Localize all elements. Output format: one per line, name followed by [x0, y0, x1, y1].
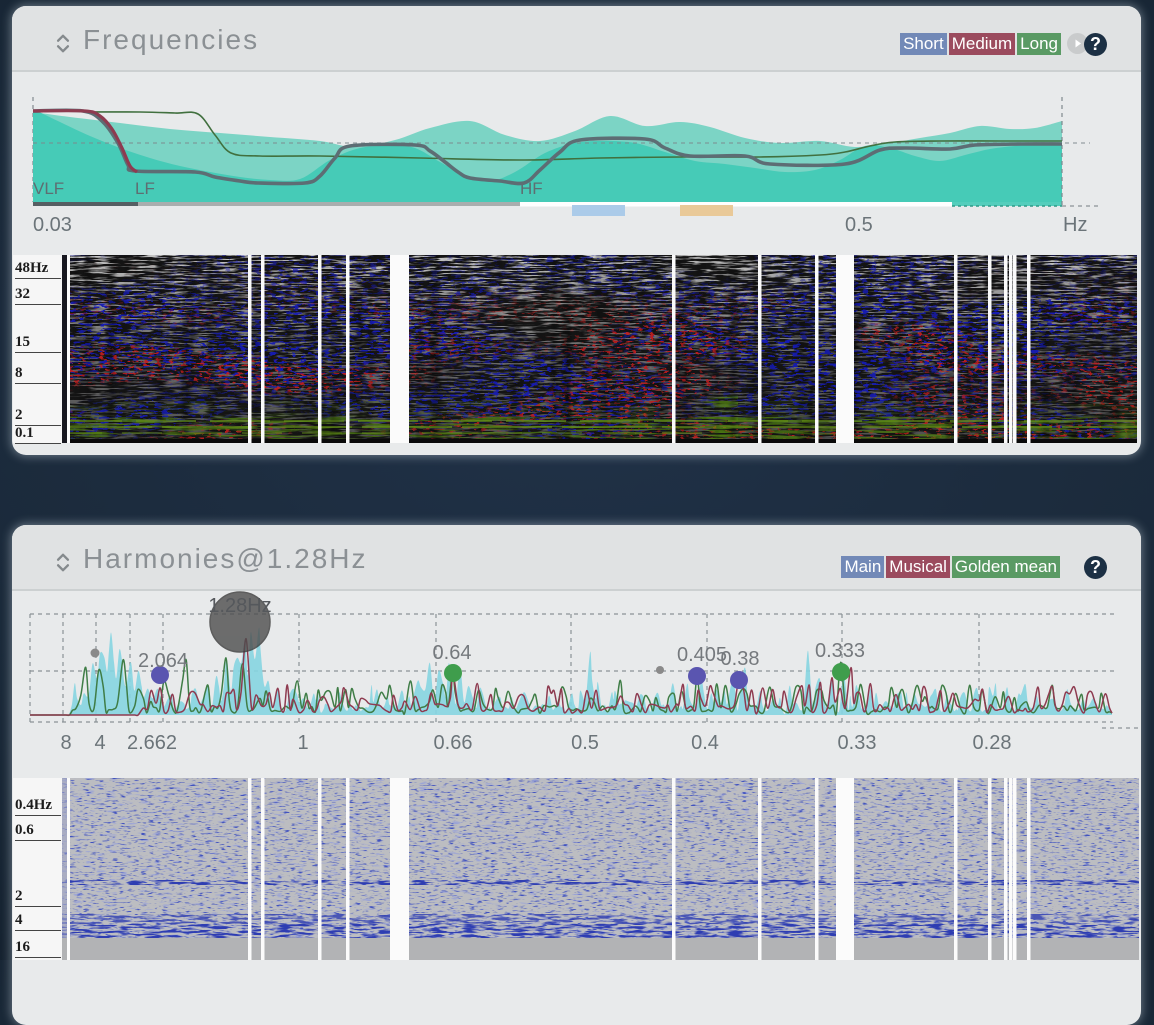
svg-text:0.4: 0.4 — [691, 732, 719, 754]
svg-text:VLF: VLF — [33, 179, 64, 198]
svg-text:0.38: 0.38 — [721, 648, 760, 670]
svg-text:4: 4 — [94, 732, 105, 754]
svg-text:HF: HF — [520, 179, 543, 198]
svg-text:0.405: 0.405 — [677, 644, 727, 666]
svg-text:0.28: 0.28 — [973, 732, 1012, 754]
svg-text:0.5: 0.5 — [845, 214, 873, 236]
svg-text:0.33: 0.33 — [838, 732, 877, 754]
svg-text:8: 8 — [60, 732, 71, 754]
svg-text:LF: LF — [135, 179, 155, 198]
svg-text:0.66: 0.66 — [434, 732, 473, 754]
svg-text:1.28Hz: 1.28Hz — [208, 595, 271, 617]
svg-text:0.03: 0.03 — [33, 214, 72, 236]
svg-text:1: 1 — [297, 732, 308, 754]
svg-text:0.333: 0.333 — [815, 640, 865, 662]
svg-text:2.064: 2.064 — [138, 650, 188, 672]
svg-text:0.64: 0.64 — [433, 642, 472, 664]
svg-text:2.662: 2.662 — [127, 732, 177, 754]
svg-text:Hz: Hz — [1063, 214, 1087, 236]
svg-text:0.5: 0.5 — [571, 732, 599, 754]
